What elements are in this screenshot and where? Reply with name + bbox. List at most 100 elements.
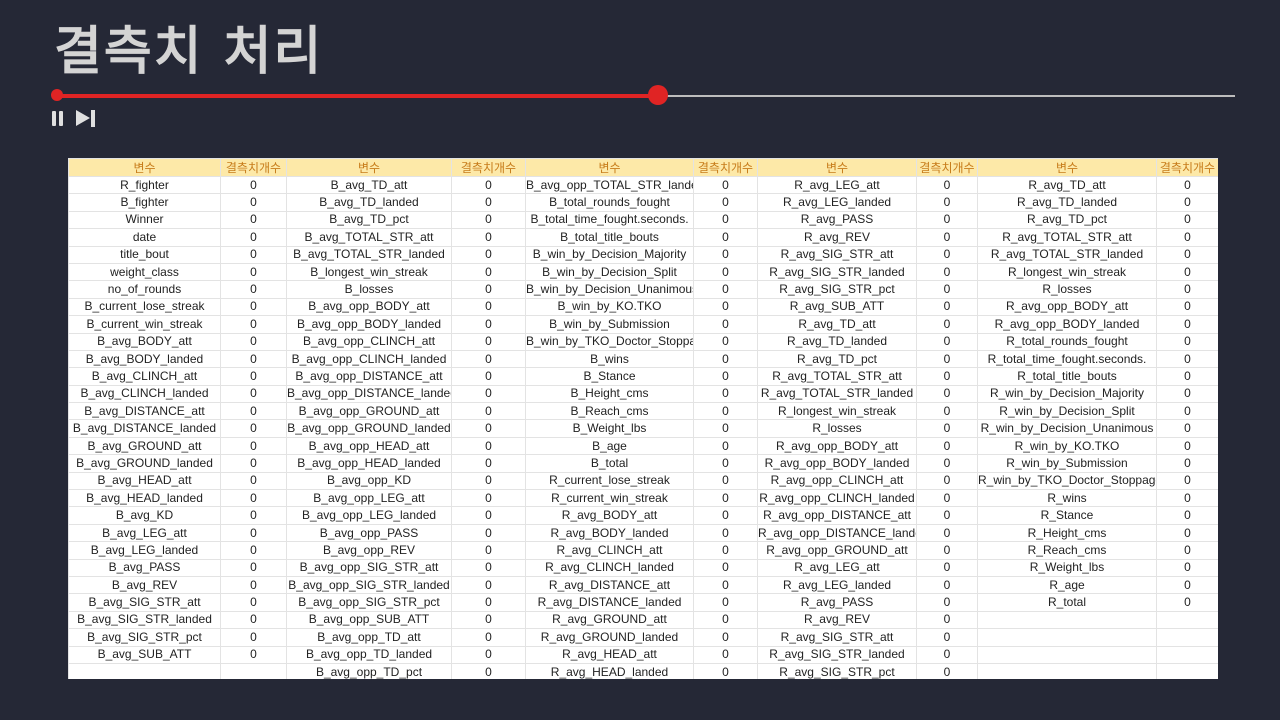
variable-cell: weight_class [68, 262, 221, 282]
variable-cell [977, 662, 1157, 679]
progress-track[interactable] [57, 94, 1235, 98]
variable-cell: B_avg_opp_TD_att [286, 628, 452, 647]
pause-icon-bar-right [59, 111, 63, 126]
missing-count-cell: 0 [693, 384, 758, 404]
missing-count-cell: 0 [916, 175, 978, 195]
missing-count-cell: 0 [916, 402, 978, 421]
missing-count-cell: 0 [693, 610, 758, 630]
variable-cell: R_wins [977, 489, 1157, 508]
variable-cell: B_avg_KD [68, 506, 221, 525]
missing-count-cell: 0 [1156, 228, 1218, 247]
missing-count-cell: 0 [916, 210, 978, 230]
variable-cell: R_avg_SIG_STR_landed [757, 262, 917, 282]
variable-cell: R_avg_REV [757, 228, 917, 247]
variable-cell: R_age [977, 575, 1157, 595]
missing-count-cell: 0 [1156, 593, 1218, 612]
missing-count-cell: 0 [693, 297, 758, 317]
missing-count-cell: 0 [220, 402, 287, 421]
missing-count-cell: 0 [1156, 541, 1218, 560]
variable-cell: B_avg_SIG_STR_landed [68, 610, 221, 630]
missing-count-cell: 0 [451, 419, 526, 438]
variable-cell: R_avg_SIG_STR_att [757, 245, 917, 264]
missing-count-cell: 0 [220, 193, 287, 212]
variable-cell: R_losses [977, 280, 1157, 299]
variable-cell: Winner [68, 210, 221, 230]
missing-count-cell [220, 662, 287, 679]
table-row: B_avg_HEAD_att 0 B_avg_opp_KD 0 R_current_lo… [68, 471, 1218, 491]
variable-cell: B_Height_cms [525, 384, 694, 404]
missing-count-cell: 0 [1156, 402, 1218, 421]
missing-count-cell: 0 [693, 645, 758, 664]
missing-count-cell: 0 [220, 419, 287, 438]
missing-count-cell: 0 [1156, 297, 1218, 317]
missing-count-cell: 0 [451, 384, 526, 404]
table-row: B_avg_REV 0 B_avg_opp_SIG_STR_landed 0 R_avg… [68, 575, 1218, 595]
missing-count-cell: 0 [451, 262, 526, 282]
variable-cell: R_avg_TOTAL_STR_landed [757, 384, 917, 404]
variable-cell: R_avg_TD_landed [757, 332, 917, 351]
table-row: B_avg_DISTANCE_landed 0 B_avg_opp_GROUND_l… [68, 419, 1218, 438]
variable-cell: R_avg_opp_BODY_landed [977, 315, 1157, 334]
missing-count-cell: 0 [451, 575, 526, 595]
missing-count-cell: 0 [1156, 245, 1218, 264]
missing-count-cell: 0 [916, 332, 978, 351]
variable-cell: B_avg_opp_TD_landed [286, 645, 452, 664]
variable-cell: R_avg_HEAD_landed [525, 662, 694, 679]
header-missing-count: 결측치개수 [451, 158, 526, 177]
missing-count-cell: 0 [220, 489, 287, 508]
variable-cell: R_avg_opp_CLINCH_att [757, 471, 917, 491]
table-row: B_avg_HEAD_landed 0 B_avg_opp_LEG_att 0 R_cu… [68, 489, 1218, 508]
missing-count-cell: 0 [451, 367, 526, 386]
table-row: Winner 0 B_avg_TD_pct 0 B_total_time_fought.… [68, 210, 1218, 230]
variable-cell: R_avg_opp_BODY_landed [757, 454, 917, 473]
variable-cell: date [68, 228, 221, 247]
variable-cell: B_avg_opp_CLINCH_landed [286, 349, 452, 369]
missing-count-cell: 0 [916, 506, 978, 525]
missing-values-table-container: 변수 결측치개수 변수 결측치개수 변수 결측치개수 변수 결측치개수 변수 결… [68, 158, 1218, 679]
variable-cell: B_avg_REV [68, 575, 221, 595]
missing-count-cell: 0 [1156, 506, 1218, 525]
missing-values-table: 변수 결측치개수 변수 결측치개수 변수 결측치개수 변수 결측치개수 변수 결… [68, 158, 1218, 679]
variable-cell: B_avg_GROUND_att [68, 436, 221, 456]
variable-cell: B_avg_DISTANCE_landed [68, 419, 221, 438]
missing-count-cell: 0 [1156, 489, 1218, 508]
missing-count-cell: 0 [451, 315, 526, 334]
variable-cell: R_avg_HEAD_att [525, 645, 694, 664]
variable-cell: R_win_by_Submission [977, 454, 1157, 473]
missing-count-cell: 0 [1156, 384, 1218, 404]
variable-cell: B_current_lose_streak [68, 297, 221, 317]
missing-count-cell: 0 [451, 645, 526, 664]
missing-count-cell: 0 [220, 297, 287, 317]
missing-count-cell: 0 [916, 262, 978, 282]
variable-cell: B_avg_opp_KD [286, 471, 452, 491]
missing-count-cell: 0 [220, 523, 287, 543]
progress-scrubber-handle[interactable] [648, 85, 668, 105]
variable-cell: B_avg_opp_SIG_STR_att [286, 558, 452, 577]
missing-count-cell: 0 [220, 245, 287, 264]
missing-count-cell: 0 [451, 436, 526, 456]
header-variable: 변수 [68, 158, 221, 177]
variable-cell: B_Weight_lbs [525, 419, 694, 438]
table-row: B_avg_CLINCH_att 0 B_avg_opp_DISTANCE_att 0… [68, 367, 1218, 386]
table-row: B_avg_CLINCH_landed 0 B_avg_opp_DISTANCE_l… [68, 384, 1218, 404]
variable-cell: R_win_by_TKO_Doctor_Stoppage [977, 471, 1157, 491]
missing-count-cell: 0 [451, 506, 526, 525]
variable-cell: B_avg_CLINCH_landed [68, 384, 221, 404]
missing-count-cell: 0 [693, 489, 758, 508]
missing-count-cell: 0 [916, 628, 978, 647]
missing-count-cell: 0 [916, 367, 978, 386]
variable-cell: B_Reach_cms [525, 402, 694, 421]
header-missing-count: 결측치개수 [693, 158, 758, 177]
pause-icon[interactable] [52, 111, 64, 126]
variable-cell: title_bout [68, 245, 221, 264]
variable-cell: R_win_by_KO.TKO [977, 436, 1157, 456]
variable-cell: B_total_time_fought.seconds. [525, 210, 694, 230]
variable-cell: R_avg_opp_CLINCH_landed [757, 489, 917, 508]
variable-cell: R_avg_SIG_STR_landed [757, 645, 917, 664]
variable-cell: R_avg_TD_att [757, 315, 917, 334]
variable-cell: R_avg_GROUND_att [525, 610, 694, 630]
skip-next-icon[interactable] [76, 110, 98, 127]
missing-count-cell: 0 [916, 575, 978, 595]
missing-count-cell: 0 [916, 593, 978, 612]
missing-count-cell: 0 [916, 349, 978, 369]
